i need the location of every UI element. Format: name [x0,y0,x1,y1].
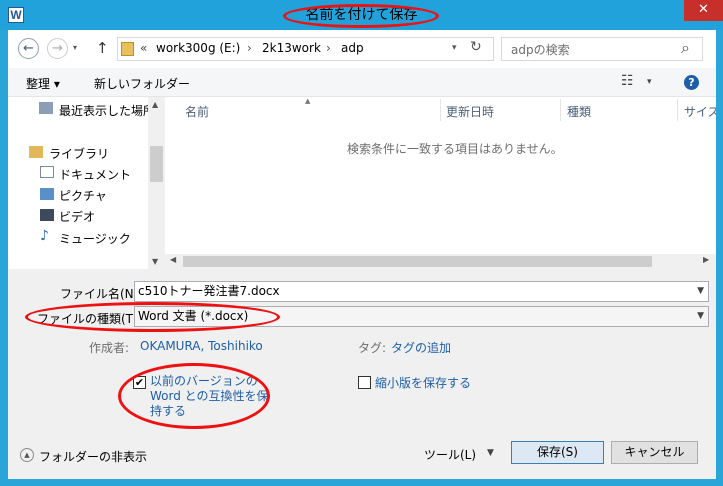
nav-item-documents[interactable]: ドキュメント [59,166,131,183]
scroll-left-icon[interactable]: ◀ [170,255,176,264]
scroll-down-icon[interactable]: ▼ [152,257,158,266]
hide-folders-button[interactable]: フォルダーの非表示 [39,448,147,465]
search-placeholder: adpの検索 [511,43,570,57]
nav-item-videos[interactable]: ビデオ [59,208,95,225]
scroll-up-icon[interactable]: ▲ [152,100,158,109]
column-divider[interactable] [560,99,561,121]
tools-button[interactable]: ツール(L) [424,446,476,463]
column-header-type[interactable]: 種類 [567,103,591,120]
filename-label: ファイル名(N): [60,287,143,301]
filename-input[interactable]: c510トナー発注書7.docx ▼ [134,281,709,302]
annotation-oval-filetype [25,302,280,332]
column-divider[interactable] [677,99,678,121]
nav-item-library[interactable]: ライブラリ [49,145,109,162]
new-folder-button[interactable]: 新しいフォルダー [94,75,190,92]
breadcrumb-separator[interactable]: › [326,41,331,55]
pictures-icon [40,188,54,200]
view-options-icon[interactable]: ☷ [621,73,634,89]
music-icon: ♪ [40,228,49,244]
breadcrumb-drive[interactable]: work300g (E:) [156,41,240,55]
annotation-oval-title [283,4,439,28]
filename-value: c510トナー発注書7.docx [138,284,280,298]
save-as-dialog: W 名前を付けて保存 ✕ ← → ▾ ↑ « work300g (E:) › 2… [0,0,723,486]
nav-item-recent[interactable]: 最近表示した場所 [59,102,155,119]
search-icon[interactable]: ⌕ [681,38,690,58]
nav-item-music[interactable]: ミュージック [59,230,131,247]
hide-folders-icon[interactable]: ▲ [20,448,34,462]
view-dropdown-icon[interactable]: ▾ [647,77,652,87]
filename-dropdown-icon[interactable]: ▼ [697,282,704,301]
sort-indicator-icon: ▲ [305,97,311,105]
column-header-size[interactable]: サイズ [684,103,716,120]
tags-value[interactable]: タグの追加 [391,339,451,356]
address-dropdown-icon[interactable]: ▾ [452,43,457,53]
forward-button[interactable]: → [47,38,68,59]
back-button[interactable]: ← [18,38,39,59]
breadcrumb-separator[interactable]: › [247,41,252,55]
scroll-right-icon[interactable]: ▶ [703,255,709,264]
tools-dropdown-icon[interactable]: ▼ [487,448,494,458]
nav-item-pictures[interactable]: ピクチャ [59,187,107,204]
recent-places-icon [39,102,53,114]
navigation-pane-scrollbar[interactable] [148,97,165,269]
tags-label: タグ: [358,341,387,355]
close-button[interactable]: ✕ [684,0,723,21]
filetype-dropdown-icon[interactable]: ▼ [697,307,704,326]
thumbnail-checkbox-label[interactable]: 縮小版を保存する [375,374,471,391]
scrollbar-thumb[interactable] [150,146,163,182]
videos-icon [40,209,54,221]
save-button[interactable]: 保存(S) [511,441,604,464]
author-label: 作成者: [89,341,130,355]
recent-locations-chevron-icon[interactable]: ▾ [73,43,77,52]
organize-button[interactable]: 整理 ▾ [26,75,60,92]
library-icon [29,146,43,158]
breadcrumb-current[interactable]: adp [341,41,364,55]
cancel-button[interactable]: キャンセル [611,441,698,464]
breadcrumb-overflow[interactable]: « [140,41,147,55]
refresh-button[interactable]: ↻ [470,39,482,55]
empty-results-message: 検索条件に一致する項目はありません。 [347,142,563,156]
help-icon[interactable]: ? [684,75,699,90]
author-value[interactable]: OKAMURA, Toshihiko [140,339,263,353]
hscrollbar-thumb[interactable] [183,256,652,267]
breadcrumb-folder[interactable]: 2k13work [262,41,321,55]
column-divider[interactable] [440,99,441,121]
column-header-name[interactable]: 名前 [185,103,209,120]
folder-icon [121,42,134,56]
up-button[interactable]: ↑ [96,39,109,57]
thumbnail-checkbox[interactable] [358,376,371,389]
documents-icon [40,166,54,178]
column-header-modified[interactable]: 更新日時 [446,103,494,120]
annotation-oval-compat [118,363,270,429]
